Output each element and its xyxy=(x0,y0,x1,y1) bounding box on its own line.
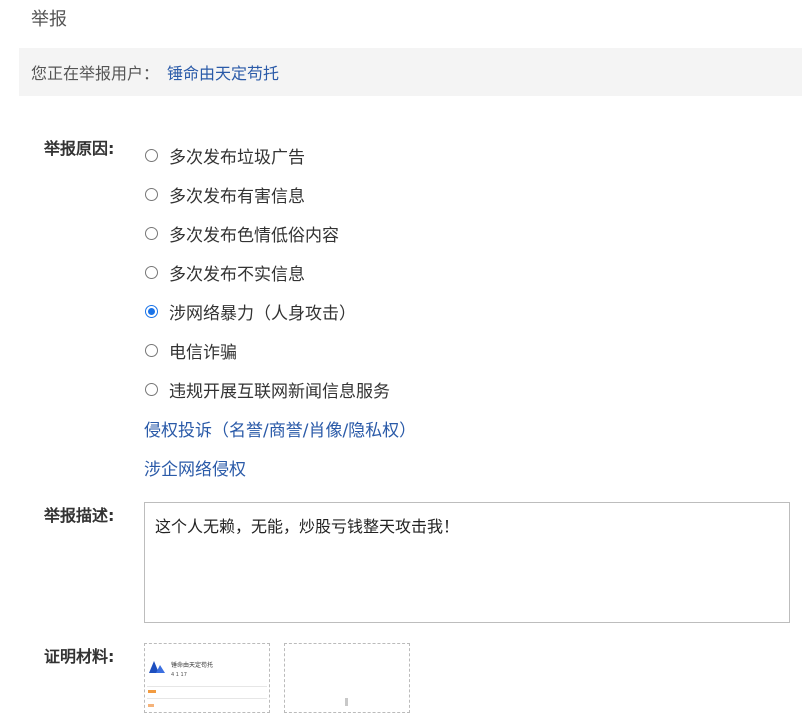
radio-icon[interactable] xyxy=(145,227,158,240)
report-target-prefix: 您正在举报用户： xyxy=(31,64,160,83)
reason-option-spam[interactable]: 多次发布垃圾广告 xyxy=(144,136,416,175)
reported-user-link[interactable]: 锤命由天定苟托 xyxy=(167,60,279,84)
reason-option-label: 多次发布垃圾广告 xyxy=(169,148,305,168)
reason-option-label: 违规开展互联网新闻信息服务 xyxy=(169,382,390,402)
radio-icon[interactable] xyxy=(145,149,158,162)
evidence-upload-slot[interactable] xyxy=(284,643,410,713)
reason-option-telecom-fraud[interactable]: 电信诈骗 xyxy=(144,331,416,370)
reason-option-label: 多次发布有害信息 xyxy=(169,187,305,207)
thumb-stats: 4 1 17 xyxy=(171,672,187,678)
evidence-thumbnail[interactable]: 锤命由天定苟托 4 1 17 xyxy=(144,643,270,713)
reason-option-label: 多次发布不实信息 xyxy=(169,265,305,285)
page-title: 举报 xyxy=(31,9,67,30)
thumb-active-tab xyxy=(148,690,156,693)
reason-option-label: 涉网络暴力（人身攻击） xyxy=(169,304,356,324)
reason-option-harmful[interactable]: 多次发布有害信息 xyxy=(144,175,416,214)
divider xyxy=(147,698,267,699)
thumb-tag xyxy=(148,704,154,707)
reason-option-illegal-news[interactable]: 违规开展互联网新闻信息服务 xyxy=(144,370,416,409)
reason-label: 举报原因: xyxy=(44,139,115,158)
report-target-bar: 您正在举报用户： 锤命由天定苟托 xyxy=(19,48,802,96)
radio-checked-icon[interactable] xyxy=(145,305,158,318)
divider xyxy=(147,686,267,687)
radio-icon[interactable] xyxy=(145,344,158,357)
enterprise-infringement-link[interactable]: 涉企网络侵权 xyxy=(144,448,416,487)
logo-icon xyxy=(149,661,165,673)
reason-option-false-info[interactable]: 多次发布不实信息 xyxy=(144,253,416,292)
evidence-label: 证明材料: xyxy=(44,647,115,666)
radio-icon[interactable] xyxy=(145,266,158,279)
description-textarea[interactable]: 这个人无赖，无能，炒股亏钱整天攻击我！ xyxy=(144,502,790,623)
radio-icon[interactable] xyxy=(145,383,158,396)
reason-options: 多次发布垃圾广告 多次发布有害信息 多次发布色情低俗内容 多次发布不实信息 涉网… xyxy=(144,136,416,487)
radio-icon[interactable] xyxy=(145,188,158,201)
reason-option-label: 电信诈骗 xyxy=(169,343,237,363)
description-label: 举报描述: xyxy=(44,506,115,525)
reason-option-label: 多次发布色情低俗内容 xyxy=(169,226,339,246)
thumb-username: 锤命由天定苟托 xyxy=(171,662,214,669)
reason-option-cyberbullying[interactable]: 涉网络暴力（人身攻击） xyxy=(144,292,416,331)
infringement-complaint-link[interactable]: 侵权投诉（名誉/商誉/肖像/隐私权） xyxy=(144,409,416,448)
reason-option-vulgar[interactable]: 多次发布色情低俗内容 xyxy=(144,214,416,253)
